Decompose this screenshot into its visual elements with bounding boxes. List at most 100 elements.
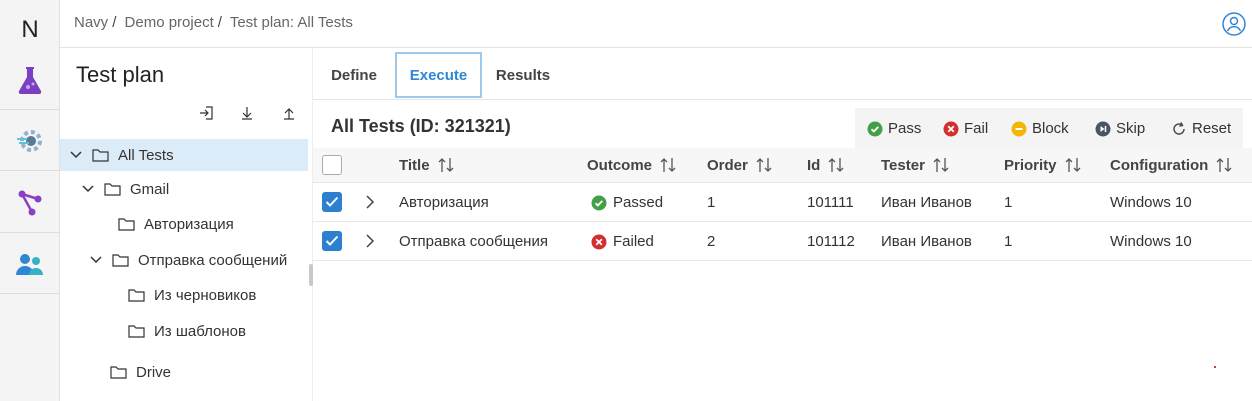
test-plans-flask-icon	[18, 66, 42, 94]
tree-item-label: Drive	[136, 363, 172, 381]
outcome-toolbar: Pass Fail Block Skip Reset	[855, 108, 1243, 148]
user-avatar-icon[interactable]	[1222, 12, 1246, 36]
reset-button[interactable]: Reset	[1171, 120, 1231, 137]
column-header-outcome[interactable]: Outcome	[587, 156, 676, 174]
cell-configuration: Windows 10	[1110, 233, 1192, 250]
sort-icon[interactable]	[1065, 156, 1081, 174]
sort-icon[interactable]	[1216, 156, 1232, 174]
table-row[interactable]: Авторизация Passed 1 101111 Иван Иванов …	[313, 183, 1252, 222]
sort-icon[interactable]	[828, 156, 844, 174]
pass-check-icon	[867, 121, 883, 137]
cell-outcome: Failed	[591, 233, 654, 250]
column-header-label: Tester	[881, 156, 925, 174]
row-checkbox[interactable]	[322, 192, 342, 212]
download-icon	[242, 107, 252, 120]
tree-item-gmail[interactable]: Gmail	[60, 173, 308, 205]
reset-arrow-icon	[1171, 121, 1187, 137]
tab-results[interactable]: Results	[487, 52, 559, 98]
rail-users[interactable]	[0, 234, 60, 294]
skip-label: Skip	[1116, 120, 1146, 137]
column-header-priority[interactable]: Priority	[1004, 156, 1081, 174]
cell-title: Отправка сообщения	[399, 233, 548, 250]
column-header-label: Order	[707, 156, 748, 174]
sort-icon[interactable]	[660, 156, 676, 174]
tree-item-label: Авторизация	[144, 215, 234, 233]
chevron-down-icon[interactable]	[80, 181, 96, 197]
skip-forward-icon	[1095, 121, 1111, 137]
tree-item-label: All Tests	[118, 146, 174, 164]
column-header-label: Outcome	[587, 156, 653, 174]
rail-pipelines[interactable]	[0, 173, 60, 233]
sort-icon[interactable]	[933, 156, 949, 174]
tree-item-label: Из шаблонов	[154, 322, 246, 340]
breadcrumb-item-plan[interactable]: Test plan: All Tests	[230, 14, 353, 31]
row-checkbox[interactable]	[322, 231, 342, 251]
passed-check-icon	[591, 195, 607, 211]
folder-icon	[112, 252, 130, 268]
folder-icon	[110, 364, 128, 380]
chevron-down-icon[interactable]	[68, 147, 84, 163]
cell-order: 1	[707, 194, 716, 211]
tab-execute[interactable]: Execute	[395, 52, 482, 98]
block-button[interactable]: Block	[1011, 120, 1069, 137]
cell-tester: Иван Иванов	[881, 233, 972, 250]
cell-title: Авторизация	[399, 194, 489, 211]
breadcrumb-item-org[interactable]: Navy	[74, 14, 108, 31]
pass-button[interactable]: Pass	[867, 120, 921, 137]
tree-item-from-drafts[interactable]: Из черновиков	[60, 279, 308, 311]
tree-item-drive[interactable]: Drive	[60, 356, 308, 388]
tree-item-send-messages[interactable]: Отправка сообщений	[60, 244, 308, 276]
select-all-checkbox[interactable]	[322, 155, 342, 175]
top-bar: Navy / Demo project / Test plan: All Tests	[60, 0, 1252, 48]
chevron-down-icon[interactable]	[88, 252, 104, 268]
column-header-label: Configuration	[1110, 156, 1209, 174]
chevron-right-icon[interactable]	[363, 194, 377, 210]
tree-item-authorization[interactable]: Авторизация	[60, 208, 308, 240]
column-header-title[interactable]: Title	[399, 156, 454, 174]
tree-item-all-tests[interactable]: All Tests	[60, 139, 308, 171]
breadcrumb-separator: /	[217, 14, 222, 31]
download-button[interactable]	[236, 102, 258, 124]
breadcrumb-item-project[interactable]: Demo project	[125, 14, 214, 31]
fail-button[interactable]: Fail	[943, 120, 988, 137]
cell-priority: 1	[1004, 233, 1013, 250]
column-header-id[interactable]: Id	[807, 156, 844, 174]
sort-icon[interactable]	[438, 156, 454, 174]
column-header-tester[interactable]: Tester	[881, 156, 949, 174]
panel-resize-handle[interactable]	[309, 264, 313, 286]
section-title: All Tests (ID: 321321)	[331, 116, 511, 136]
stray-dot	[1214, 366, 1216, 368]
block-label: Block	[1032, 120, 1069, 137]
upload-button[interactable]	[278, 102, 300, 124]
column-header-label: Priority	[1004, 156, 1057, 174]
app-logo-letter: N	[21, 16, 39, 43]
folder-icon	[92, 147, 110, 163]
folder-icon	[118, 216, 136, 232]
rail-settings[interactable]	[0, 111, 60, 171]
outcome-label: Passed	[613, 194, 664, 211]
skip-button[interactable]: Skip	[1095, 120, 1145, 137]
tree-item-label: Из черновиков	[154, 286, 257, 304]
column-header-configuration[interactable]: Configuration	[1110, 156, 1232, 174]
chevron-right-icon[interactable]	[363, 233, 377, 249]
reset-label: Reset	[1192, 120, 1232, 137]
block-minus-icon	[1011, 121, 1027, 137]
cell-configuration: Windows 10	[1110, 194, 1192, 211]
import-button[interactable]	[196, 102, 218, 124]
checkmark-icon	[325, 196, 339, 207]
tree-item-from-templates[interactable]: Из шаблонов	[60, 315, 308, 347]
tab-define[interactable]: Define	[319, 52, 389, 98]
sort-icon[interactable]	[756, 156, 772, 174]
pass-label: Pass	[888, 120, 922, 137]
column-header-order[interactable]: Order	[707, 156, 772, 174]
import-icon	[200, 106, 213, 120]
breadcrumb: Navy / Demo project / Test plan: All Tests	[74, 14, 357, 31]
cell-id: 101112	[807, 233, 855, 250]
users-group-icon	[16, 253, 43, 275]
rail-test-plans[interactable]	[0, 50, 60, 110]
table-row[interactable]: Отправка сообщения Failed 2 101112 Иван …	[313, 222, 1252, 261]
column-header-label: Title	[399, 156, 430, 174]
tree-item-label: Отправка сообщений	[138, 251, 288, 269]
cell-id: 101111	[807, 194, 854, 211]
test-plan-tree-panel: Test plan All Tests Gmail Авторизация От…	[60, 48, 313, 401]
